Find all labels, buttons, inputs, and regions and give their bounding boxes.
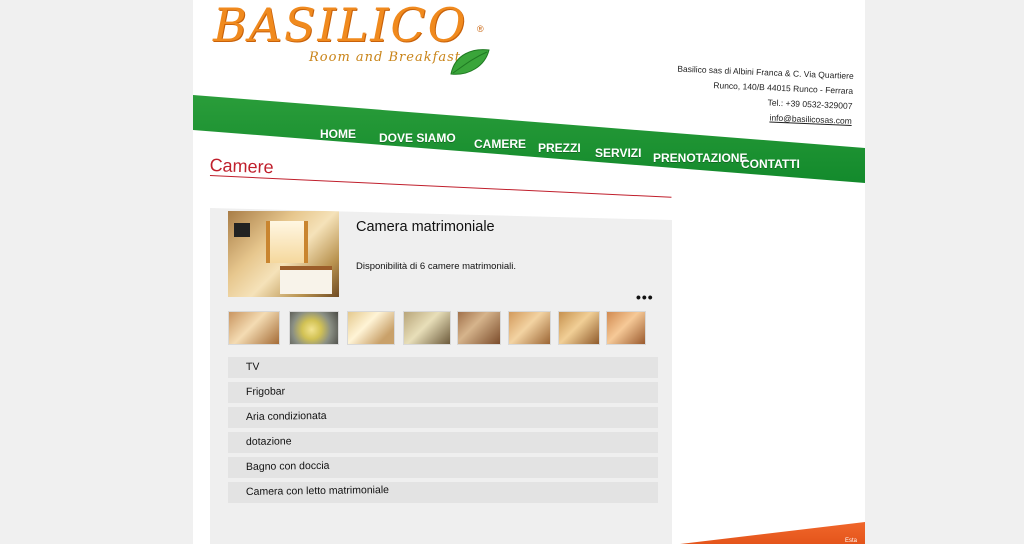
amenity-label: Camera con letto matrimoniale (245, 484, 390, 498)
gallery-thumbnail[interactable] (457, 311, 501, 345)
gallery-thumbnail[interactable] (558, 311, 600, 345)
amenity-label: Aria condizionata (245, 409, 327, 423)
nav-contatti[interactable]: CONTATTI (741, 157, 800, 171)
amenity-item: Aria condizionata (228, 407, 658, 428)
gallery-thumbnail[interactable] (289, 311, 339, 345)
amenity-item: dotazione (228, 432, 658, 453)
more-options-icon[interactable]: ••• (636, 289, 654, 305)
amenity-label: Frigobar (245, 385, 286, 398)
footer-text: Esta (844, 538, 857, 544)
amenity-label: Bagno con doccia (245, 459, 330, 473)
nav-dove-siamo[interactable]: DOVE SIAMO (379, 131, 456, 145)
page-container: BASILICO ® Room and Breakfast Basilico s… (193, 0, 865, 544)
amenity-item: Camera con letto matrimoniale (228, 482, 658, 503)
photo-tv (234, 223, 250, 237)
amenity-label: TV (245, 360, 260, 373)
photo-bed (280, 266, 332, 294)
gallery-thumbnail[interactable] (508, 311, 551, 345)
gallery-thumbnail[interactable] (403, 311, 451, 345)
amenity-label: dotazione (245, 435, 292, 448)
page-title: Camere (209, 153, 672, 201)
photo-gallery (228, 311, 658, 347)
gallery-thumbnail[interactable] (606, 311, 646, 345)
amenity-item: TV (228, 357, 658, 378)
room-name: Camera matrimoniale (356, 219, 495, 235)
photo-window (266, 221, 308, 263)
main-navigation-menu: HOME DOVE SIAMO CAMERE PREZZI SERVIZI PR… (193, 0, 865, 171)
gallery-thumbnail[interactable] (347, 311, 395, 345)
room-card: Camera matrimoniale Disponibilità di 6 c… (210, 208, 672, 544)
nav-camere[interactable]: CAMERE (474, 137, 526, 151)
title-divider (209, 175, 672, 198)
room-description: Disponibilità di 6 camere matrimoniali. (356, 261, 516, 272)
nav-home[interactable]: HOME (320, 127, 356, 141)
gallery-thumbnail[interactable] (228, 311, 280, 345)
amenity-item: Frigobar (228, 382, 658, 403)
amenity-item: Bagno con doccia (228, 457, 658, 478)
room-main-photo[interactable] (228, 211, 339, 297)
